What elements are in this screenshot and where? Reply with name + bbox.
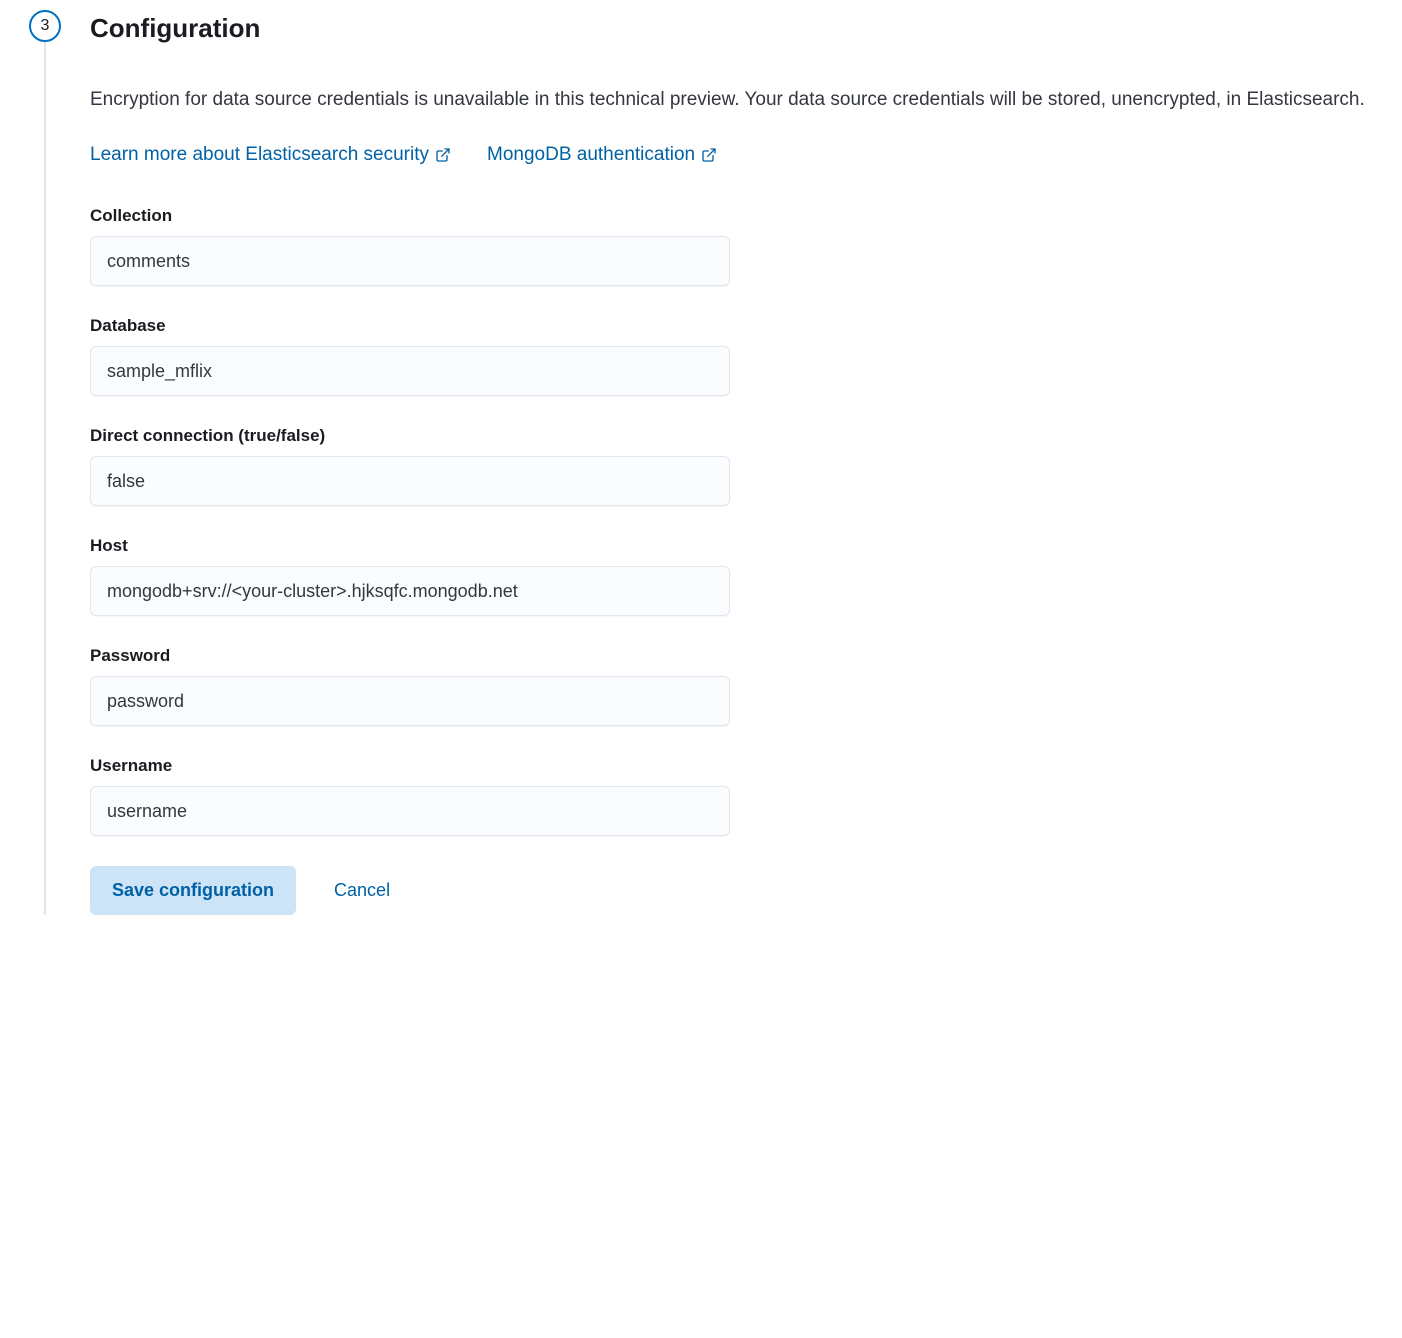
link-label: MongoDB authentication (487, 144, 695, 166)
elasticsearch-security-link[interactable]: Learn more about Elasticsearch security (90, 144, 451, 166)
step-number-badge: 3 (29, 10, 61, 42)
step-content: Configuration Encryption for data source… (70, 10, 1382, 915)
external-link-icon (701, 147, 717, 163)
direct-connection-label: Direct connection (true/false) (90, 426, 1382, 446)
collection-field-group: Collection (90, 206, 1382, 286)
link-label: Learn more about Elasticsearch security (90, 144, 429, 166)
password-input[interactable] (90, 676, 730, 726)
collection-input[interactable] (90, 236, 730, 286)
button-row: Save configuration Cancel (90, 866, 1382, 915)
external-link-icon (435, 147, 451, 163)
save-configuration-button[interactable]: Save configuration (90, 866, 296, 915)
configuration-step: 3 Configuration Encryption for data sour… (0, 0, 1402, 935)
step-connector-line (44, 42, 46, 915)
username-field-group: Username (90, 756, 1382, 836)
username-label: Username (90, 756, 1382, 776)
step-indicator-column: 3 (20, 10, 70, 915)
password-label: Password (90, 646, 1382, 666)
collection-label: Collection (90, 206, 1382, 226)
cancel-button[interactable]: Cancel (326, 866, 398, 915)
host-label: Host (90, 536, 1382, 556)
direct-connection-field-group: Direct connection (true/false) (90, 426, 1382, 506)
database-field-group: Database (90, 316, 1382, 396)
direct-connection-input[interactable] (90, 456, 730, 506)
password-field-group: Password (90, 646, 1382, 726)
database-input[interactable] (90, 346, 730, 396)
step-number: 3 (41, 17, 50, 35)
mongodb-authentication-link[interactable]: MongoDB authentication (487, 144, 717, 166)
step-title: Configuration (90, 12, 1382, 46)
step-description: Encryption for data source credentials i… (90, 86, 1382, 115)
host-input[interactable] (90, 566, 730, 616)
username-input[interactable] (90, 786, 730, 836)
host-field-group: Host (90, 536, 1382, 616)
database-label: Database (90, 316, 1382, 336)
external-links-row: Learn more about Elasticsearch security … (90, 144, 1382, 166)
